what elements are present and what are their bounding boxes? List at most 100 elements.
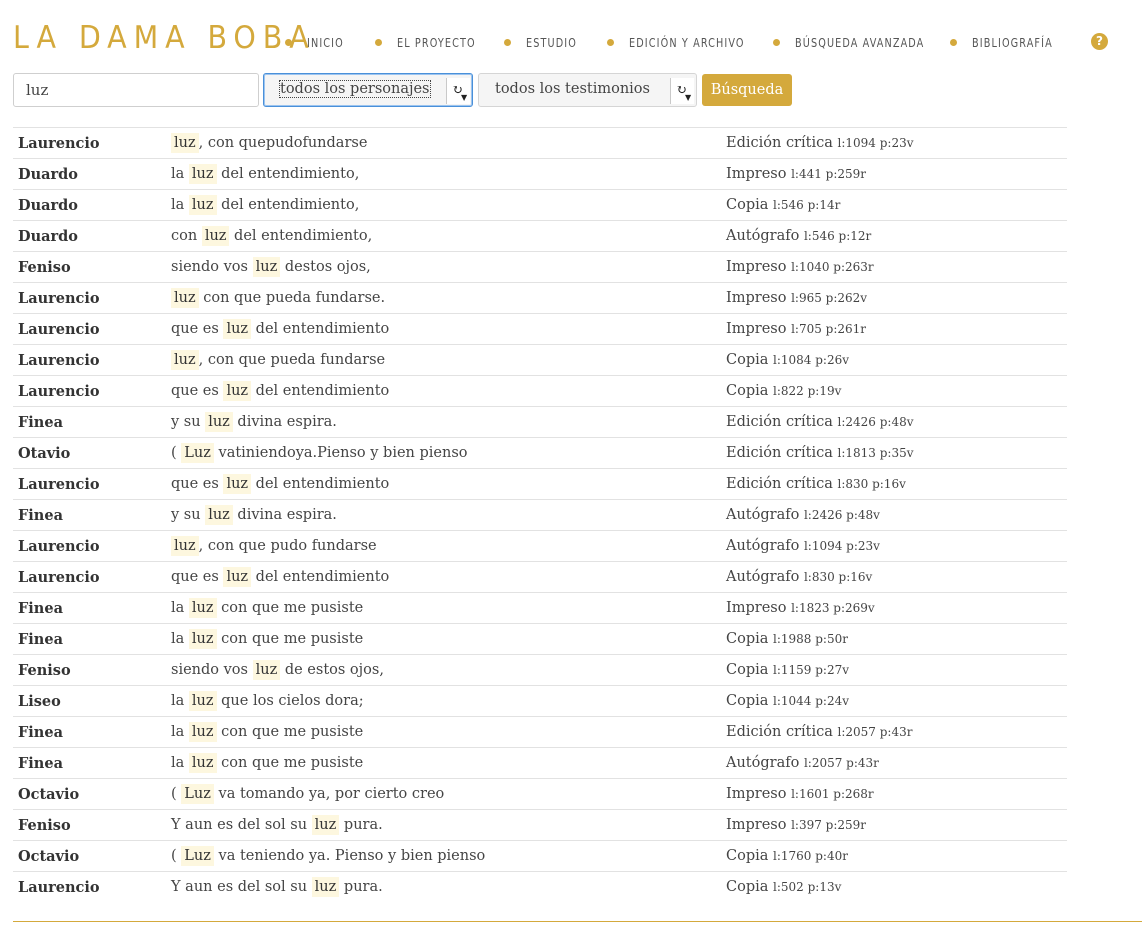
verse-post: va teniendo ya. Pienso y bien pienso — [213, 848, 486, 864]
table-row[interactable]: Finea la luz con que me pusiste Edición cr… — [13, 717, 1067, 748]
nav-el-proyecto[interactable]: EL PROYECTO — [375, 35, 489, 50]
verse-text: la luz que los cielos dora; — [171, 691, 364, 711]
verse-pre: que es — [171, 476, 224, 492]
chevron-down-icon[interactable]: ↻ ▼ — [670, 78, 694, 104]
table-row[interactable]: Finea la luz con que me pusiste Impreso l:… — [13, 593, 1067, 624]
table-row[interactable]: Otavio ( Luz vatiniendoya.Pienso y bien p… — [13, 438, 1067, 469]
source-cell[interactable]: Autógrafo l:546 p:12r — [726, 228, 871, 244]
source-cell[interactable]: Impreso l:965 p:262v — [726, 290, 867, 306]
verse-pre: la — [171, 755, 189, 771]
source-cell[interactable]: Copia l:1988 p:50r — [726, 631, 848, 647]
table-row[interactable]: Feniso siendo vos luz destos ojos, Impreso… — [13, 252, 1067, 283]
site-logo[interactable]: LA DAMA BOBA — [13, 20, 316, 56]
source-cell[interactable]: Copia l:1159 p:27v — [726, 662, 849, 678]
verse-text: la luz con que me pusiste — [171, 598, 363, 618]
match-highlight: luz — [171, 536, 199, 556]
table-row[interactable]: Finea y su luz divina espira. Edición crít… — [13, 407, 1067, 438]
source-name: Edición crítica — [726, 476, 833, 492]
table-row[interactable]: Finea la luz con que me pusiste Autógrafo … — [13, 748, 1067, 779]
table-row[interactable]: Finea y su luz divina espira. Autógrafo l:… — [13, 500, 1067, 531]
character-name: Finea — [18, 507, 63, 524]
question-circle-icon[interactable]: ? — [1091, 33, 1108, 50]
table-row[interactable]: Octavio ( Luz va tomando ya, por cierto c… — [13, 779, 1067, 810]
source-cell[interactable]: Edición crítica l:2426 p:48v — [726, 414, 914, 430]
search-input[interactable] — [13, 73, 259, 107]
table-row[interactable]: Laurencio que es luz del entendimiento Edi… — [13, 469, 1067, 500]
verse-post: con que pueda fundarse. — [198, 290, 386, 306]
table-row[interactable]: Liseo la luz que los cielos dora; Copia l:… — [13, 686, 1067, 717]
source-name: Copia — [726, 848, 769, 864]
bullet-icon — [607, 38, 614, 46]
nav-busqueda-avanzada[interactable]: BÚSQUEDA AVANZADA — [773, 35, 946, 50]
source-cell[interactable]: Copia l:502 p:13v — [726, 879, 841, 895]
verse-text: con luz del entendimiento, — [171, 226, 372, 246]
table-row[interactable]: Octavio ( Luz va teniendo ya. Pienso y bi… — [13, 841, 1067, 872]
table-row[interactable]: Feniso siendo vos luz de estos ojos, Copia… — [13, 655, 1067, 686]
source-name: Copia — [726, 693, 769, 709]
character-name: Finea — [18, 414, 63, 431]
match-highlight: luz — [311, 815, 340, 835]
verse-pre: la — [171, 724, 189, 740]
verse-post: vatiniendoya.Pienso y bien pienso — [213, 445, 468, 461]
verse-pre: ( — [171, 848, 182, 864]
source-cell[interactable]: Copia l:1044 p:24v — [726, 693, 849, 709]
verse-post: con que me pusiste — [216, 755, 364, 771]
source-cell[interactable]: Impreso l:705 p:261r — [726, 321, 866, 337]
table-row[interactable]: Laurencio Y aun es del sol su luz pura. Co… — [13, 872, 1067, 903]
search-button[interactable]: Búsqueda — [702, 74, 792, 106]
source-cell[interactable]: Copia l:546 p:14r — [726, 197, 840, 213]
verse-pre: ( — [171, 786, 182, 802]
table-row[interactable]: Laurencio luz con que pueda fundarse. Impr… — [13, 283, 1067, 314]
source-cell[interactable]: Edición crítica l:2057 p:43r — [726, 724, 912, 740]
nav-bibliografia[interactable]: BIBLIOGRAFÍA — [950, 35, 1066, 50]
bullet-icon — [504, 38, 511, 46]
source-cell[interactable]: Autógrafo l:1094 p:23v — [726, 538, 880, 554]
table-row[interactable]: Duardo la luz del entendimiento, Impreso l… — [13, 159, 1067, 190]
nav-edicion-y-archivo[interactable]: EDICIÓN Y ARCHIVO — [607, 35, 763, 50]
match-highlight: luz — [188, 629, 217, 649]
source-cell[interactable]: Copia l:1084 p:26v — [726, 352, 849, 368]
witness-select[interactable]: todos los testimonios ↻ ▼ — [478, 73, 697, 107]
table-row[interactable]: Duardo con luz del entendimiento, Autógraf… — [13, 221, 1067, 252]
match-highlight: luz — [205, 412, 233, 432]
source-ref: l:2426 p:48v — [803, 508, 880, 522]
verse-post: , con que pueda fundarse — [198, 352, 386, 368]
table-row[interactable]: Laurencio que es luz del entendimiento Imp… — [13, 314, 1067, 345]
verse-text: la luz del entendimiento, — [171, 195, 359, 215]
character-select[interactable]: todos los personajes ↻ ▼ — [263, 73, 473, 107]
table-row[interactable]: Feniso Y aun es del sol su luz pura. Impre… — [13, 810, 1067, 841]
table-row[interactable]: Laurencio que es luz del entendimiento Aut… — [13, 562, 1067, 593]
table-row[interactable]: Finea la luz con que me pusiste Copia l:19… — [13, 624, 1067, 655]
source-cell[interactable]: Autógrafo l:2426 p:48v — [726, 507, 880, 523]
source-ref: l:822 p:19v — [773, 384, 842, 398]
verse-text: y su luz divina espira. — [171, 412, 337, 432]
source-cell[interactable]: Impreso l:1601 p:268r — [726, 786, 874, 802]
source-cell[interactable]: Edición crítica l:830 p:16v — [726, 476, 906, 492]
source-cell[interactable]: Edición crítica l:1813 p:35v — [726, 445, 914, 461]
source-ref: l:830 p:16v — [837, 477, 906, 491]
source-name: Copia — [726, 662, 769, 678]
table-row[interactable]: Laurencio que es luz del entendimiento Cop… — [13, 376, 1067, 407]
nav-estudio[interactable]: ESTUDIO — [504, 35, 585, 50]
verse-text: que es luz del entendimiento — [171, 319, 389, 339]
source-cell[interactable]: Autógrafo l:2057 p:43r — [726, 755, 879, 771]
table-row[interactable]: Laurencio luz, con quepudofundarse Edición… — [13, 128, 1067, 159]
character-name: Laurencio — [18, 135, 100, 152]
source-cell[interactable]: Impreso l:1040 p:263r — [726, 259, 874, 275]
source-cell[interactable]: Autógrafo l:830 p:16v — [726, 569, 872, 585]
source-ref: l:1094 p:23v — [803, 539, 880, 553]
source-cell[interactable]: Copia l:1760 p:40r — [726, 848, 848, 864]
source-cell[interactable]: Edición crítica l:1094 p:23v — [726, 135, 914, 151]
source-cell[interactable]: Impreso l:1823 p:269v — [726, 600, 875, 616]
character-select-value: todos los personajes — [279, 80, 431, 98]
chevron-down-icon[interactable]: ↻ ▼ — [446, 78, 470, 104]
source-cell[interactable]: Copia l:822 p:19v — [726, 383, 841, 399]
verse-pre: que es — [171, 569, 224, 585]
table-row[interactable]: Laurencio luz, con que pueda fundarse Copi… — [13, 345, 1067, 376]
table-row[interactable]: Laurencio luz, con que pudo fundarse Autóg… — [13, 531, 1067, 562]
source-cell[interactable]: Impreso l:397 p:259r — [726, 817, 866, 833]
table-row[interactable]: Duardo la luz del entendimiento, Copia l:5… — [13, 190, 1067, 221]
nav-inicio[interactable]: INICIO — [285, 35, 350, 50]
source-cell[interactable]: Impreso l:441 p:259r — [726, 166, 866, 182]
bullet-icon — [285, 38, 292, 46]
